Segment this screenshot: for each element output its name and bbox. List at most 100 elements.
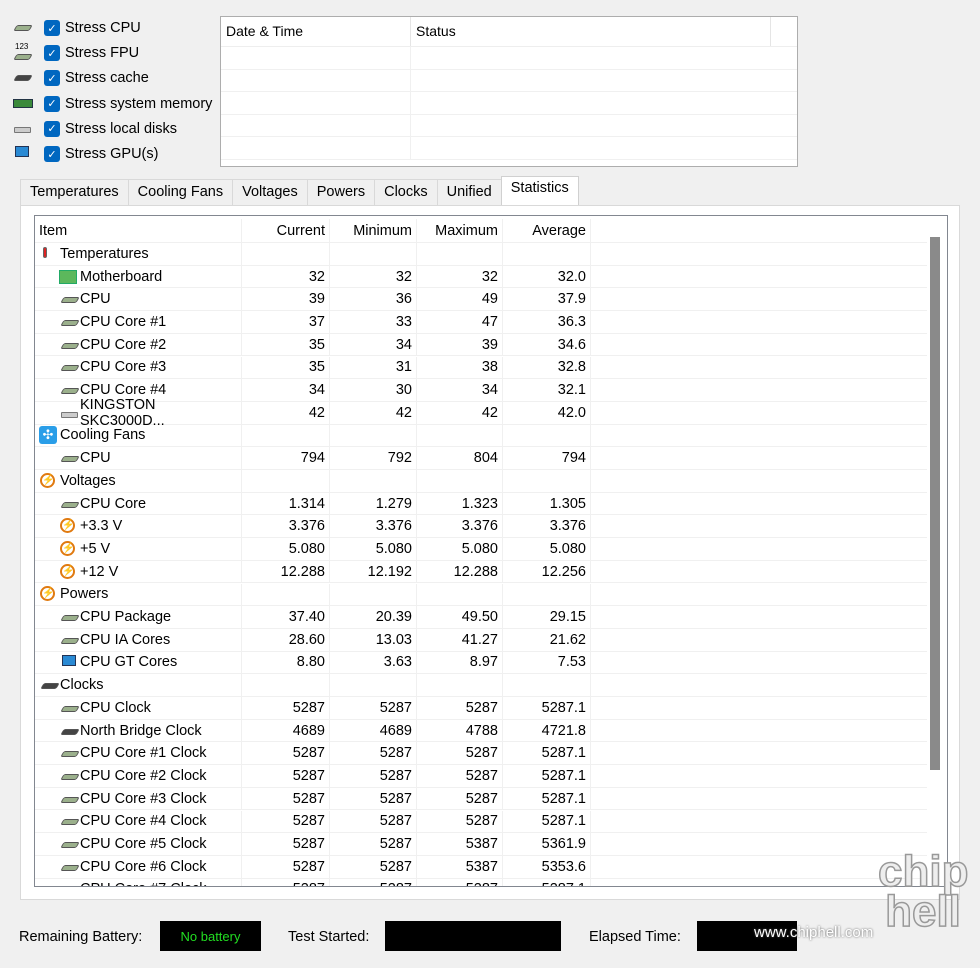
cell-maximum: 8.97 bbox=[417, 651, 503, 674]
cell-average: 794 bbox=[503, 447, 591, 469]
column-header-item[interactable]: Item bbox=[35, 219, 242, 242]
cell-minimum: 31 bbox=[330, 356, 417, 379]
cell-maximum: 5387 bbox=[417, 833, 503, 855]
cell-average: 5361.9 bbox=[503, 833, 591, 855]
cell-current: 35 bbox=[242, 333, 330, 356]
column-header-current[interactable]: Current bbox=[242, 219, 330, 242]
cell-minimum: 36 bbox=[330, 288, 417, 311]
gpu-icon bbox=[59, 655, 77, 669]
checkbox[interactable]: ✓ bbox=[44, 146, 60, 162]
cell-minimum: 32 bbox=[330, 265, 417, 288]
cell-current: 5287 bbox=[242, 855, 330, 878]
cell-average: 12.256 bbox=[503, 560, 591, 583]
table-row[interactable]: CPU Core #7 Clock5287528752875287.1 bbox=[35, 878, 927, 886]
option-label: Stress CPU bbox=[65, 20, 141, 36]
item-label: CPU Core #2 Clock bbox=[80, 767, 207, 784]
cell-average: 1.305 bbox=[503, 492, 591, 515]
cell-current: 4689 bbox=[242, 719, 330, 742]
tab-temperatures[interactable]: Temperatures bbox=[20, 179, 129, 205]
table-row[interactable]: CPU GT Cores 8.80 3.63 8.97 7.53 bbox=[35, 651, 927, 675]
table-row[interactable]: CPU Core #5 Clock 5287 5287 5387 5361.9 bbox=[35, 833, 927, 856]
table-row[interactable]: CPU Core #2 Clock 5287 5287 5287 5287.1 bbox=[35, 765, 927, 788]
item-label: CPU Clock bbox=[80, 699, 151, 716]
cell-current: 5287 bbox=[242, 742, 330, 765]
vertical-scrollbar[interactable] bbox=[927, 237, 943, 885]
statistics-table: Item Current Minimum Maximum Average Temperat… bbox=[34, 215, 948, 887]
column-header-average[interactable]: Average bbox=[503, 219, 591, 242]
table-row[interactable]: ⚡ +5 V 5.080 5.080 5.080 5.080 bbox=[35, 538, 927, 561]
group-row[interactable]: ⚡ Powers bbox=[35, 583, 927, 607]
cell-average: 32.0 bbox=[503, 265, 591, 288]
group-row[interactable]: ⚡ Voltages bbox=[35, 470, 927, 493]
group-row[interactable]: ✣ Cooling Fans bbox=[35, 424, 927, 448]
checkbox[interactable]: ✓ bbox=[44, 20, 60, 36]
tab-strip: Temperatures Cooling Fans Voltages Powers Cl… bbox=[20, 176, 579, 208]
table-row[interactable]: CPU Core #1 37 33 47 36.3 bbox=[35, 311, 927, 334]
item-label: +3.3 V bbox=[80, 518, 123, 535]
option-stress-cpu[interactable]: ✓ Stress CPU bbox=[12, 17, 141, 39]
cell-maximum bbox=[417, 424, 503, 447]
tab-clocks[interactable]: Clocks bbox=[374, 179, 438, 205]
table-row[interactable]: ⚡ +12 V 12.288 12.192 12.288 12.256 bbox=[35, 560, 927, 584]
tab-cooling-fans[interactable]: Cooling Fans bbox=[127, 179, 234, 205]
table-row[interactable]: CPU Core #3 Clock 5287 5287 5287 5287.1 bbox=[35, 787, 927, 811]
cell-average: 37.9 bbox=[503, 288, 591, 311]
thermometer-icon bbox=[39, 246, 57, 261]
tab-statistics[interactable]: Statistics bbox=[500, 176, 579, 205]
checkbox[interactable]: ✓ bbox=[44, 120, 60, 137]
cell-average: 3.376 bbox=[503, 515, 591, 538]
table-row[interactable]: CPU Core #4 Clock 5287 5287 5287 5287.1 bbox=[35, 810, 927, 834]
checkbox[interactable]: ✓ bbox=[44, 95, 60, 112]
table-row[interactable]: CPU 39 36 49 37.9 bbox=[35, 288, 927, 312]
voltage-icon: ⚡ bbox=[60, 518, 75, 534]
item-label: Voltages bbox=[60, 472, 116, 489]
item-label: CPU Core #3 bbox=[80, 359, 167, 376]
checkbox[interactable]: ✓ bbox=[44, 70, 60, 87]
cell-minimum: 792 bbox=[330, 447, 417, 469]
item-label: CPU IA Cores bbox=[80, 631, 171, 648]
column-datetime[interactable]: Date & Time bbox=[221, 17, 411, 46]
column-header-minimum[interactable]: Minimum bbox=[330, 219, 417, 242]
group-row[interactable]: Temperatures bbox=[35, 243, 927, 266]
tab-powers[interactable]: Powers bbox=[306, 179, 376, 205]
option-stress-gpu-s-[interactable]: ✓ Stress GPU(s) bbox=[12, 143, 158, 165]
table-row[interactable]: CPU Package 37.40 20.39 49.50 29.15 bbox=[35, 606, 927, 629]
column-header-maximum[interactable]: Maximum bbox=[417, 219, 503, 242]
tab-voltages[interactable]: Voltages bbox=[232, 179, 308, 205]
table-row[interactable]: North Bridge Clock 4689 4689 4788 4721.8 bbox=[35, 719, 927, 743]
cpu-chip-icon bbox=[59, 451, 80, 465]
table-header: Item Current Minimum Maximum Average bbox=[35, 219, 927, 243]
table-row[interactable]: CPU Core #3 35 31 38 32.8 bbox=[35, 356, 927, 380]
option-stress-cache[interactable]: ✓ Stress cache bbox=[12, 67, 149, 89]
column-status[interactable]: Status bbox=[411, 17, 771, 46]
item-label: CPU Core #1 Clock bbox=[80, 745, 207, 762]
option-stress-system-memory[interactable]: ✓ Stress system memory bbox=[12, 93, 212, 115]
table-row[interactable]: CPU IA Cores 28.60 13.03 41.27 21.62 bbox=[35, 628, 927, 652]
cell-average: 5287.1 bbox=[503, 765, 591, 787]
cell-current: 5287 bbox=[242, 810, 330, 833]
cell-minimum: 20.39 bbox=[330, 606, 417, 628]
item-label: +5 V bbox=[80, 540, 111, 557]
group-row[interactable]: Clocks bbox=[35, 674, 927, 697]
option-stress-local-disks[interactable]: ✓ Stress local disks bbox=[12, 118, 177, 140]
tab-unified[interactable]: Unified bbox=[436, 179, 502, 205]
table-row[interactable]: CPU Core #6 Clock 5287 5287 5387 5353.6 bbox=[35, 855, 927, 879]
item-label: CPU Package bbox=[80, 609, 172, 626]
table-row[interactable]: ⚡ +3.3 V 3.376 3.376 3.376 3.376 bbox=[35, 515, 927, 539]
cell-minimum: 5287 bbox=[330, 765, 417, 787]
table-row[interactable]: KINGSTON SKC3000D... 42 42 42 42.0 bbox=[35, 397, 927, 429]
table-row[interactable]: CPU Core #2 35 34 39 34.6 bbox=[35, 333, 927, 357]
cell-current: 32 bbox=[242, 265, 330, 288]
cell-maximum: 5287 bbox=[417, 742, 503, 765]
scroll-thumb[interactable] bbox=[930, 237, 940, 770]
table-row[interactable]: CPU Core 1.314 1.279 1.323 1.305 bbox=[35, 492, 927, 516]
voltage-icon: ⚡ bbox=[60, 563, 75, 579]
table-row[interactable]: CPU Clock 5287 5287 5287 5287.1 bbox=[35, 697, 927, 720]
checkbox[interactable]: ✓ bbox=[44, 45, 60, 62]
cell-minimum bbox=[330, 424, 417, 447]
table-row[interactable]: CPU 794 792 804 794 bbox=[35, 447, 927, 470]
table-row[interactable]: Motherboard 32 32 32 32.0 bbox=[35, 265, 927, 289]
option-stress-fpu[interactable]: 123 ✓ Stress FPU bbox=[12, 42, 139, 64]
cell-average: 32.8 bbox=[503, 356, 591, 379]
table-row[interactable]: CPU Core #1 Clock 5287 5287 5287 5287.1 bbox=[35, 742, 927, 766]
